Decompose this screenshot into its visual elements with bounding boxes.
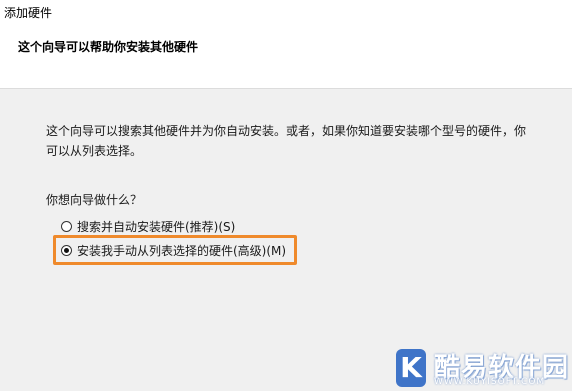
question-label: 你想向导做什么？: [46, 193, 143, 207]
radio-button-checked-icon[interactable]: [61, 245, 72, 256]
radio-button-unchecked-icon[interactable]: [61, 221, 72, 232]
wizard-content: 这个向导可以搜索其他硬件并为你自动安装。或者，如果你知道要安装哪个型号的硬件，你…: [0, 89, 572, 391]
watermark-k-icon: K: [396, 349, 426, 387]
description-line-2: 可以从列表选择。: [46, 144, 143, 158]
radio-option-auto-install-label: 搜索并自动安装硬件(推荐)(S): [77, 220, 236, 234]
wizard-header: 添加硬件 这个向导可以帮助你安装其他硬件: [0, 0, 572, 89]
radio-option-manual-install-label: 安装我手动从列表选择的硬件(高级)(M): [77, 244, 287, 258]
description-line-1: 这个向导可以搜索其他硬件并为你自动安装。或者，如果你知道要安装哪个型号的硬件，你: [46, 124, 527, 138]
watermark-url: WWW.KUYISOFT.COM: [434, 377, 546, 387]
radio-option-manual-install[interactable]: 安装我手动从列表选择的硬件(高级)(M): [61, 242, 286, 259]
radio-option-auto-install[interactable]: 搜索并自动安装硬件(推荐)(S): [61, 218, 235, 235]
description: 这个向导可以搜索其他硬件并为你自动安装。或者，如果你知道要安装哪个型号的硬件，你…: [46, 121, 546, 161]
watermark-logo: K 酷易软件园 WWW.KUYISOFT.COM: [396, 349, 572, 391]
wizard-heading: 这个向导可以帮助你安装其他硬件: [18, 40, 199, 54]
window-title: 添加硬件: [4, 6, 53, 20]
